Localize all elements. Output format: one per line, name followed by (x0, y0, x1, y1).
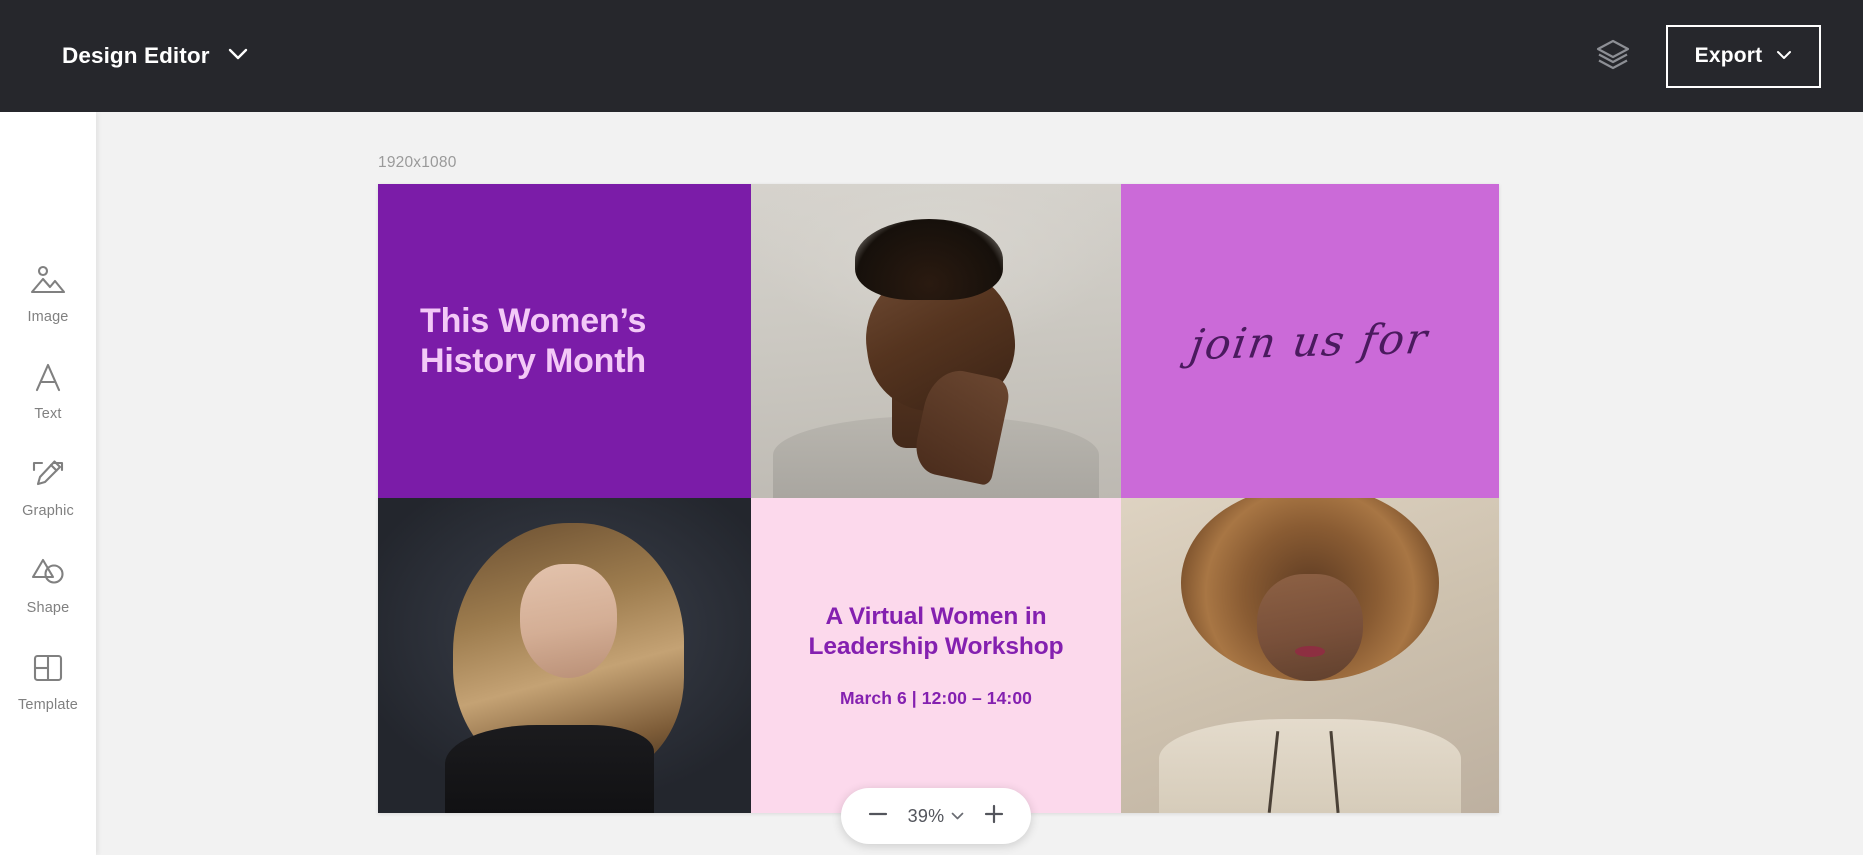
design-cell-headline-panel[interactable]: This Women’s History Month (378, 184, 751, 498)
graphic-pencil-icon (29, 452, 67, 496)
photo-body (445, 724, 654, 813)
design-cell-photo-curly-hair[interactable] (1121, 498, 1499, 813)
zoom-out-button[interactable] (863, 801, 893, 831)
headline-line-1: This Women’s (420, 301, 647, 340)
design-cell-photo-blonde-dark-background[interactable] (378, 498, 751, 813)
export-button-label: Export (1694, 44, 1763, 67)
app-title-menu[interactable]: Design Editor (62, 43, 248, 69)
sidebar-item-template[interactable]: Template (0, 646, 96, 742)
design-cell-event-info-panel[interactable]: A Virtual Women in Leadership Workshop M… (751, 498, 1121, 813)
canvas-size-label: 1920x1080 (378, 154, 457, 171)
template-grid-icon (31, 646, 65, 690)
design-canvas[interactable]: This Women’s History Month join us for A… (378, 184, 1499, 813)
zoom-in-button[interactable] (979, 801, 1009, 831)
sidebar-item-label: Image (27, 309, 69, 325)
sidebar-item-image[interactable]: Image (0, 258, 96, 354)
headline-text: This Women’s History Month (420, 301, 646, 381)
plus-icon (983, 803, 1005, 830)
layers-icon (1595, 38, 1631, 75)
minus-icon (867, 803, 889, 830)
sidebar-item-label: Template (17, 697, 79, 713)
event-title: A Virtual Women in Leadership Workshop (809, 602, 1064, 662)
photo-face (1257, 573, 1363, 681)
photo-hair (854, 218, 1003, 301)
sidebar-item-label: Text (34, 406, 62, 422)
image-icon (29, 258, 67, 302)
event-title-line-2: Leadership Workshop (808, 633, 1064, 660)
design-editor-app: Design Editor Export Image Text Graphic … (0, 0, 1863, 855)
photo-face (519, 564, 617, 678)
sidebar-item-graphic[interactable]: Graphic (0, 452, 96, 548)
page-title: Design Editor (62, 43, 210, 68)
zoom-control: 39% (841, 788, 1031, 844)
headline-line-2: History Month (420, 342, 646, 380)
zoom-level-value: 39% (907, 805, 945, 826)
event-title-line-1: A Virtual Women in (825, 603, 1047, 631)
layers-button[interactable] (1590, 33, 1636, 79)
sidebar-item-shape[interactable]: Shape (0, 549, 96, 645)
top-header-bar: Design Editor Export (0, 0, 1863, 112)
tool-sidebar: Image Text Graphic Shape Template (0, 112, 96, 855)
header-actions: Export (1590, 24, 1821, 88)
shape-icon (29, 549, 67, 593)
photo-lips (1294, 646, 1326, 658)
sidebar-item-label: Shape (26, 600, 70, 616)
photo-body (1158, 718, 1462, 813)
canvas-workspace[interactable]: 1920x1080 This Women’s History Month joi… (96, 112, 1863, 855)
chevron-down-icon (951, 807, 964, 825)
chevron-down-icon (228, 47, 248, 65)
zoom-level-dropdown[interactable]: 39% (908, 806, 965, 827)
event-date: March 6 | 12:00 – 14:00 (839, 687, 1033, 708)
sidebar-item-text[interactable]: Text (0, 355, 96, 451)
script-text: join us for (1187, 313, 1433, 369)
sidebar-item-label: Graphic (22, 503, 74, 519)
design-cell-script-panel[interactable]: join us for (1121, 184, 1499, 498)
chevron-down-icon (1776, 47, 1792, 65)
design-cell-photo-portrait-looking-up[interactable] (751, 184, 1121, 498)
text-icon (31, 355, 65, 399)
export-button[interactable]: Export (1666, 24, 1821, 88)
